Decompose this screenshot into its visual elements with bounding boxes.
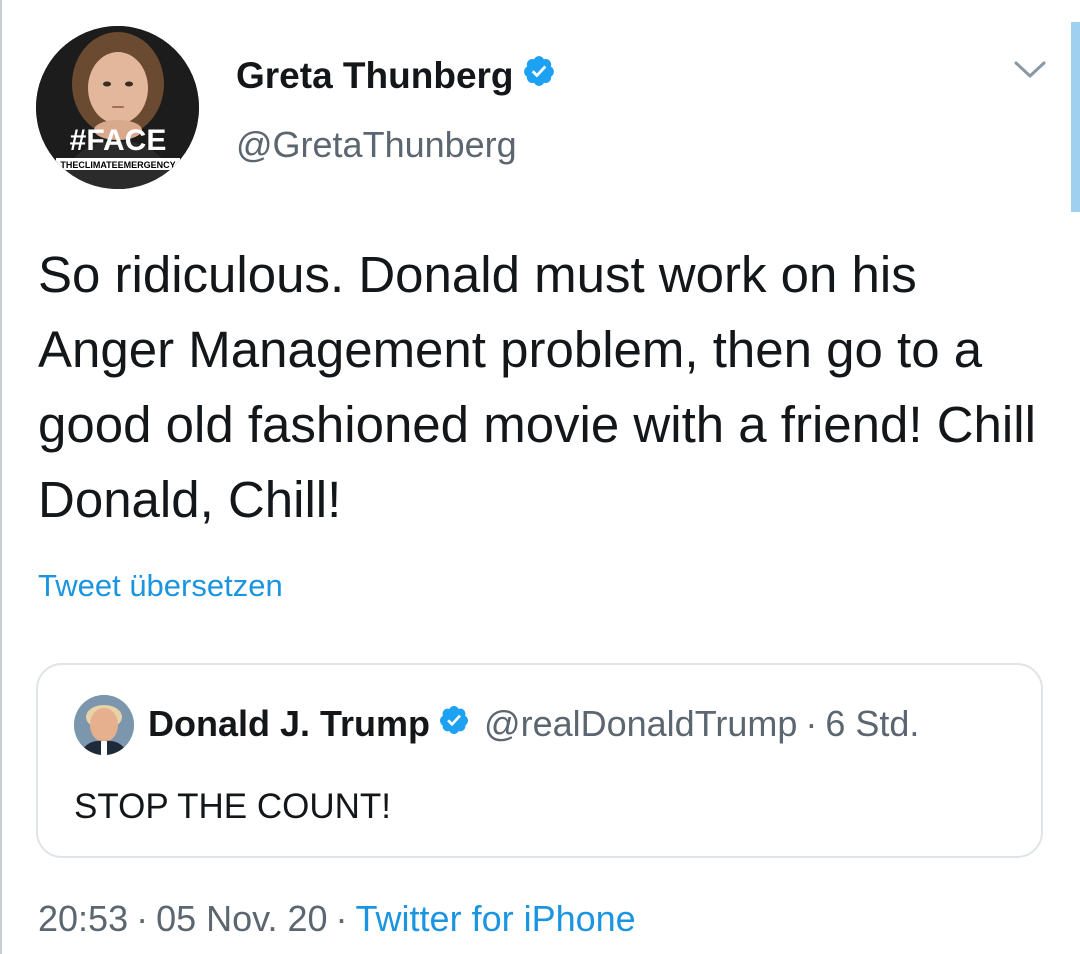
tweet-meta: 20:53 · 05 Nov. 20 · Twitter for iPhone bbox=[38, 898, 636, 940]
quoted-tweet-card[interactable]: Donald J. Trump @realDonaldTrump · 6 Std… bbox=[36, 663, 1043, 858]
avatar-badge-subtext: THECLIMATEEMERGENCY bbox=[60, 160, 175, 170]
left-border bbox=[0, 0, 2, 954]
quoted-display-name: Donald J. Trump bbox=[148, 703, 431, 744]
quoted-time-ago: 6 Std. bbox=[825, 703, 920, 744]
quoted-tweet-text: STOP THE COUNT! bbox=[74, 787, 391, 826]
separator-dot: · bbox=[136, 898, 149, 939]
tweet-source-link[interactable]: Twitter for iPhone bbox=[356, 898, 636, 939]
tweet-date: 05 Nov. 20 bbox=[156, 898, 328, 939]
author-handle[interactable]: @GretaThunberg bbox=[236, 124, 517, 166]
separator-dot: · bbox=[805, 703, 818, 744]
tweet-text: So ridiculous. Donald must work on his A… bbox=[38, 246, 1036, 528]
verified-badge-icon bbox=[522, 54, 556, 97]
separator-dot: · bbox=[335, 898, 348, 939]
scroll-indicator[interactable] bbox=[1071, 22, 1080, 212]
translate-tweet-link[interactable]: Tweet übersetzen bbox=[38, 568, 283, 604]
quoted-author-avatar bbox=[74, 695, 134, 755]
quoted-handle: @realDonaldTrump bbox=[484, 703, 798, 744]
profile-photo-icon bbox=[74, 695, 134, 755]
quoted-tweet-header: Donald J. Trump @realDonaldTrump · 6 Std… bbox=[148, 703, 919, 745]
avatar-badge-text: #FACE bbox=[70, 124, 167, 157]
profile-photo-icon: #FACE THECLIMATEEMERGENCY bbox=[36, 26, 199, 189]
author-name-row[interactable]: Greta Thunberg bbox=[236, 54, 556, 97]
author-display-name[interactable]: Greta Thunberg bbox=[236, 55, 514, 97]
verified-badge-icon bbox=[438, 703, 470, 745]
chevron-down-icon[interactable] bbox=[1013, 58, 1047, 82]
tweet-time: 20:53 bbox=[38, 898, 129, 939]
author-avatar[interactable]: #FACE THECLIMATEEMERGENCY bbox=[36, 26, 199, 189]
